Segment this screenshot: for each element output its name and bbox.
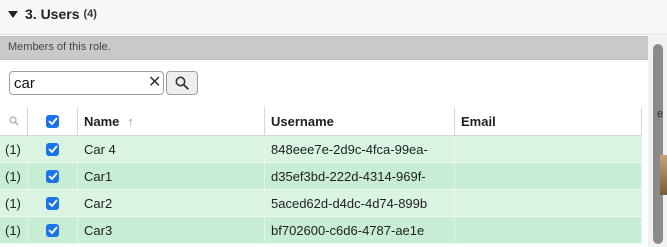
triangle-down-icon[interactable] bbox=[8, 10, 18, 18]
row-index: (1) bbox=[0, 217, 28, 243]
search-box[interactable]: ✕ bbox=[9, 71, 164, 95]
checkmark-icon bbox=[47, 172, 58, 180]
section-count: (4) bbox=[83, 8, 97, 20]
column-header-email-label: Email bbox=[461, 113, 496, 129]
row-checkbox[interactable] bbox=[46, 142, 59, 156]
row-checkbox[interactable] bbox=[46, 223, 59, 237]
close-icon[interactable]: ✕ bbox=[148, 74, 161, 92]
search-button[interactable] bbox=[166, 71, 198, 95]
table-row[interactable]: (1) Car 4 848eee7e-2d9c-4fca-99ea- bbox=[0, 136, 642, 163]
role-description-bar: Members of this role. bbox=[0, 36, 648, 60]
column-header-name[interactable]: Name ↑ bbox=[78, 107, 265, 136]
section-title[interactable]: 3. Users (4) bbox=[8, 6, 97, 22]
row-name: Car2 bbox=[78, 190, 265, 216]
column-header-email[interactable]: Email bbox=[455, 107, 642, 136]
row-name: Car3 bbox=[78, 217, 265, 243]
row-email bbox=[455, 190, 642, 216]
row-username: 5aced62d-d4dc-4d74-899b bbox=[265, 190, 455, 216]
row-checkbox-cell[interactable] bbox=[28, 217, 78, 243]
table-row[interactable]: (1) Car1 d35ef3bd-222d-4314-969f- bbox=[0, 163, 642, 190]
select-all-checkbox[interactable] bbox=[46, 114, 59, 128]
row-checkbox-cell[interactable] bbox=[28, 136, 78, 162]
row-email bbox=[455, 163, 642, 189]
row-index: (1) bbox=[0, 190, 28, 216]
row-checkbox[interactable] bbox=[46, 169, 59, 183]
arrow-up-icon[interactable]: ↑ bbox=[127, 114, 134, 129]
column-header-username-label: Username bbox=[271, 113, 334, 129]
adjacent-panel-image bbox=[660, 155, 667, 195]
row-checkbox-cell[interactable] bbox=[28, 163, 78, 189]
vertical-scrollbar[interactable] bbox=[648, 36, 667, 247]
section-header[interactable]: 3. Users (4) bbox=[0, 0, 667, 35]
table-row[interactable]: (1) Car3 bf702600-c6d6-4787-ae1e bbox=[0, 217, 642, 244]
section-title-label: 3. Users bbox=[25, 6, 80, 22]
checkmark-icon bbox=[47, 199, 58, 207]
row-index: (1) bbox=[0, 163, 28, 189]
table-row[interactable]: (1) Car2 5aced62d-d4dc-4d74-899b bbox=[0, 190, 642, 217]
search-icon bbox=[175, 76, 189, 90]
header-filter-cell[interactable] bbox=[0, 107, 28, 136]
checkmark-icon bbox=[47, 117, 58, 125]
table-header-row: Name ↑ Username Email bbox=[0, 107, 642, 136]
row-index: (1) bbox=[0, 136, 28, 162]
row-username: 848eee7e-2d9c-4fca-99ea- bbox=[265, 136, 455, 162]
search-icon[interactable] bbox=[8, 116, 19, 126]
checkmark-icon bbox=[47, 145, 58, 153]
search-input[interactable] bbox=[14, 74, 139, 92]
role-description: Members of this role. bbox=[8, 41, 111, 53]
row-username: d35ef3bd-222d-4314-969f- bbox=[265, 163, 455, 189]
row-username: bf702600-c6d6-4787-ae1e bbox=[265, 217, 455, 243]
row-email bbox=[455, 217, 642, 243]
column-header-username[interactable]: Username bbox=[265, 107, 455, 136]
checkmark-icon bbox=[47, 226, 58, 234]
row-email bbox=[455, 136, 642, 162]
row-name: Car 4 bbox=[78, 136, 265, 162]
row-checkbox-cell[interactable] bbox=[28, 190, 78, 216]
adjacent-panel-text: e bbox=[657, 108, 664, 120]
column-header-name-label: Name bbox=[84, 113, 120, 129]
row-checkbox[interactable] bbox=[46, 196, 59, 210]
scrollbar-thumb[interactable] bbox=[653, 44, 663, 244]
row-name: Car1 bbox=[78, 163, 265, 189]
select-all-cell[interactable] bbox=[28, 107, 78, 136]
